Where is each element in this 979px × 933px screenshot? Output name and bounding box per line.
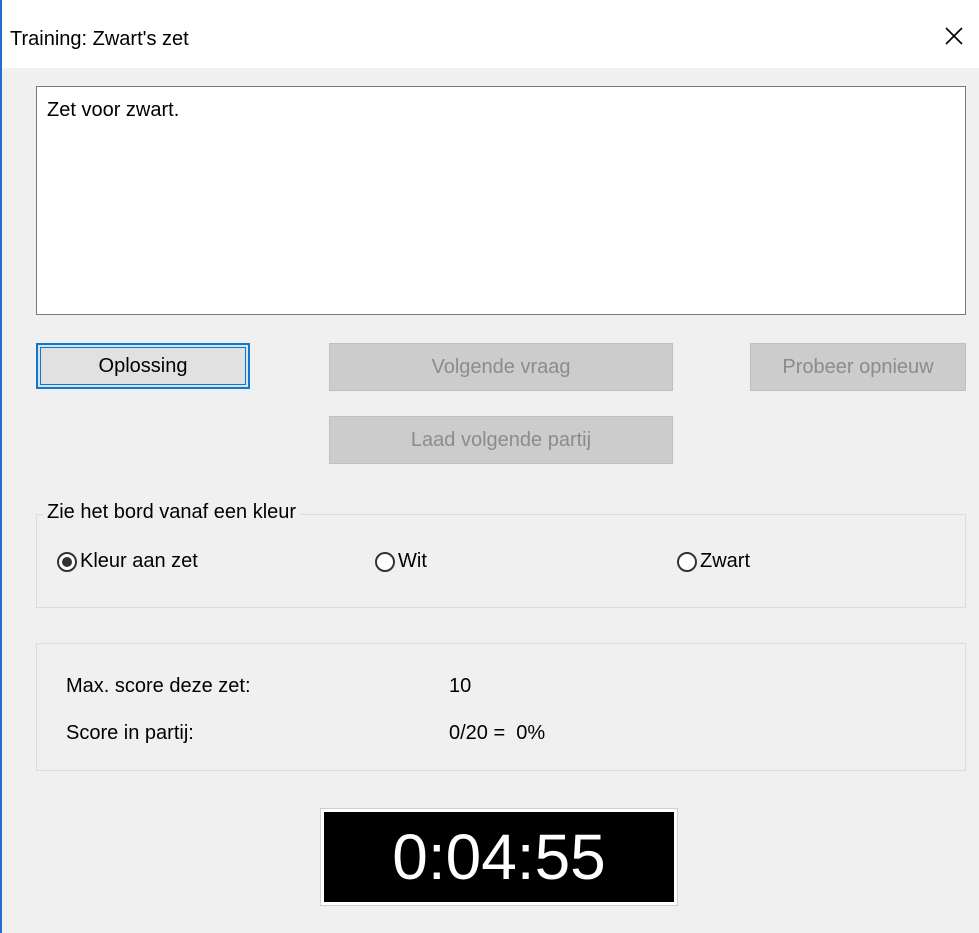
radio-side-to-move-label: Kleur aan zet bbox=[80, 550, 198, 572]
training-dialog: Training: Zwart's zet Zet voor zwart. Op… bbox=[0, 0, 979, 933]
radio-checked-icon bbox=[57, 551, 77, 572]
game-score-value: 0/20 = 0% bbox=[449, 722, 546, 744]
try-again-button-label: Probeer opnieuw bbox=[782, 355, 934, 378]
board-view-legend: Zie het bord vanaf een kleur bbox=[43, 501, 301, 524]
message-box[interactable]: Zet voor zwart. bbox=[36, 86, 966, 315]
focus-ring bbox=[40, 347, 246, 385]
radio-white-label: Wit bbox=[398, 550, 427, 572]
try-again-button[interactable]: Probeer opnieuw bbox=[750, 343, 966, 391]
radio-white[interactable]: Wit bbox=[375, 550, 427, 573]
close-button[interactable] bbox=[931, 14, 977, 58]
board-view-group: Zie het bord vanaf een kleur Kleur aan z… bbox=[36, 501, 966, 608]
score-panel: Max. score deze zet: 10 Score in partij:… bbox=[36, 643, 966, 771]
next-question-button-label: Volgende vraag bbox=[431, 355, 571, 378]
window-title: Training: Zwart's zet bbox=[10, 28, 189, 50]
max-score-label: Max. score deze zet: bbox=[66, 675, 251, 697]
radio-black[interactable]: Zwart bbox=[677, 550, 750, 573]
max-score-value: 10 bbox=[449, 675, 472, 697]
title-bar: Training: Zwart's zet bbox=[2, 0, 979, 68]
next-question-button[interactable]: Volgende vraag bbox=[329, 343, 673, 391]
close-icon bbox=[945, 27, 963, 45]
load-next-game-button-label: Laad volgende partij bbox=[410, 428, 592, 451]
game-score-label: Score in partij: bbox=[66, 722, 194, 744]
solution-button[interactable]: Oplossing bbox=[36, 343, 250, 389]
timer-frame: 0:04:55 bbox=[320, 808, 678, 906]
message-text: Zet voor zwart. bbox=[47, 99, 180, 121]
radio-black-label: Zwart bbox=[700, 550, 750, 572]
countdown-timer: 0:04:55 bbox=[324, 812, 674, 902]
radio-unchecked-icon bbox=[677, 551, 697, 572]
radio-side-to-move[interactable]: Kleur aan zet bbox=[57, 550, 198, 573]
load-next-game-button[interactable]: Laad volgende partij bbox=[329, 416, 673, 464]
radio-unchecked-icon bbox=[375, 551, 395, 572]
